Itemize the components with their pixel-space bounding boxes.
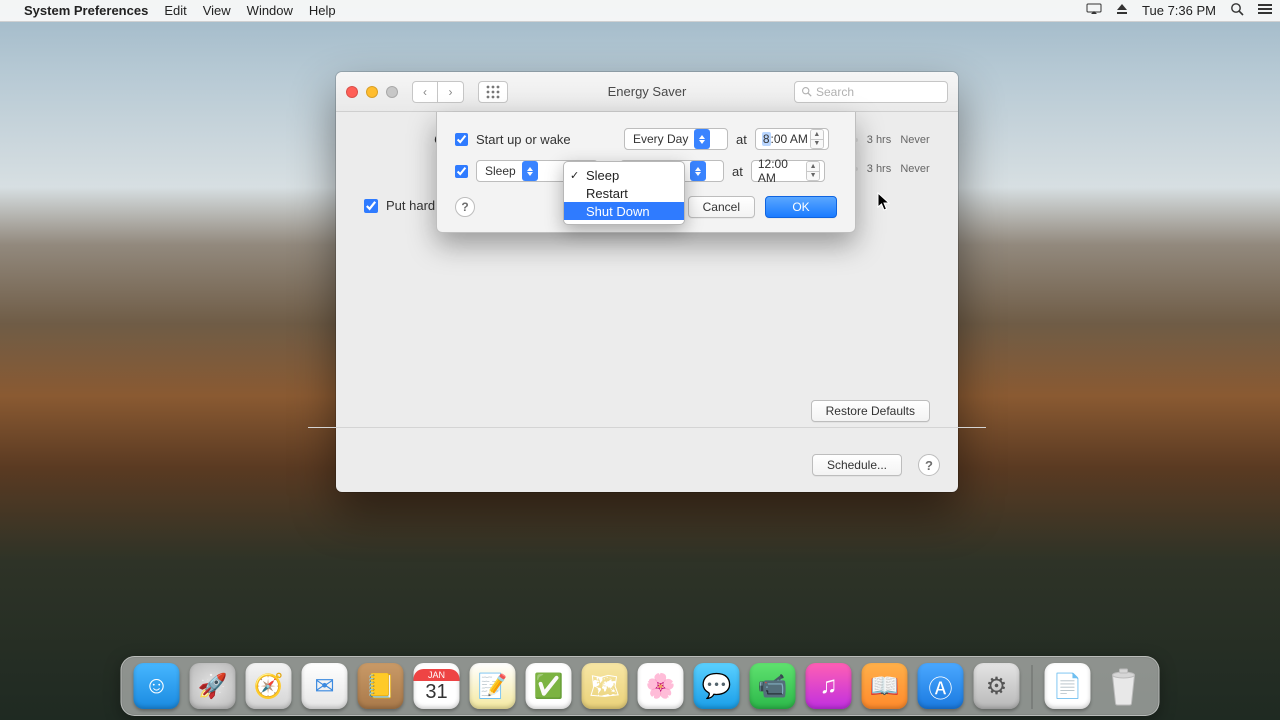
popup-arrows-icon (694, 129, 710, 149)
popup-arrows-icon (690, 161, 706, 181)
startup-label: Start up or wake (476, 132, 576, 147)
ok-button[interactable]: OK (765, 196, 837, 218)
dock-notes[interactable]: 📝 (470, 663, 516, 709)
menu-window[interactable]: Window (247, 3, 293, 18)
show-all-button[interactable] (478, 81, 508, 103)
close-button[interactable] (346, 86, 358, 98)
dock: ☺ 🚀 🧭 ✉ 📒 JAN 31 📝 ✅ 🗺 🌸 💬 📹 ♫ 📖 Ⓐ ⚙ 📄 (121, 656, 1160, 716)
action-time-field[interactable]: 12:00 AM ▲▼ (751, 160, 825, 182)
check-icon: ✓ (570, 169, 579, 182)
menu-view[interactable]: View (203, 3, 231, 18)
dock-facetime[interactable]: 📹 (750, 663, 796, 709)
dock-itunes[interactable]: ♫ (806, 663, 852, 709)
startup-time-rest: :00 AM (771, 132, 808, 146)
zoom-button[interactable] (386, 86, 398, 98)
help-button[interactable]: ? (918, 454, 940, 476)
at-label-1: at (736, 132, 747, 147)
dock-system-prefs[interactable]: ⚙ (974, 663, 1020, 709)
dock-mail[interactable]: ✉ (302, 663, 348, 709)
menubar-clock[interactable]: Tue 7:36 PM (1142, 3, 1216, 18)
forward-button[interactable]: › (438, 81, 464, 103)
slider-tick-3hrs-2: 3 hrs (864, 163, 894, 175)
menu-item-shutdown[interactable]: Shut Down (564, 202, 684, 220)
calendar-month: JAN (414, 669, 460, 681)
popup-arrows-icon (522, 161, 538, 181)
slider-tick-never: Never (900, 134, 930, 146)
back-button[interactable]: ‹ (412, 81, 438, 103)
notification-center-icon[interactable] (1258, 3, 1272, 18)
eject-icon[interactable] (1116, 3, 1128, 18)
startup-time-field[interactable]: 8:00 AM ▲▼ (755, 128, 829, 150)
dock-appstore[interactable]: Ⓐ (918, 663, 964, 709)
spotlight-icon[interactable] (1230, 2, 1244, 19)
startup-day-popup[interactable]: Every Day (624, 128, 728, 150)
menu-bar: System Preferences Edit View Window Help… (0, 0, 1280, 22)
divider (308, 427, 986, 428)
dock-messages[interactable]: 💬 (694, 663, 740, 709)
menu-item-sleep[interactable]: ✓ Sleep (564, 166, 684, 184)
calendar-day: 31 (425, 681, 447, 704)
dock-ibooks[interactable]: 📖 (862, 663, 908, 709)
dock-trash[interactable] (1101, 663, 1147, 709)
window-titlebar[interactable]: ‹ › Energy Saver Search (336, 72, 958, 112)
startup-time-hour: 8 (762, 132, 771, 146)
menu-help[interactable]: Help (309, 3, 336, 18)
slider-tick-never-2: Never (900, 163, 930, 175)
dock-separator (1032, 665, 1033, 709)
startup-time-stepper[interactable]: ▲▼ (810, 129, 824, 149)
hard-disk-sleep-input[interactable] (364, 199, 378, 213)
action-menu: ✓ Sleep Restart Shut Down (563, 161, 685, 225)
cancel-button[interactable]: Cancel (688, 196, 755, 218)
airplay-icon[interactable] (1086, 3, 1102, 18)
dock-documents[interactable]: 📄 (1045, 663, 1091, 709)
search-placeholder: Search (816, 85, 854, 99)
dock-contacts[interactable]: 📒 (358, 663, 404, 709)
dock-maps[interactable]: 🗺 (582, 663, 628, 709)
menu-edit[interactable]: Edit (164, 3, 186, 18)
dock-launchpad[interactable]: 🚀 (190, 663, 236, 709)
dock-finder[interactable]: ☺ (134, 663, 180, 709)
sheet-help-button[interactable]: ? (455, 197, 475, 217)
schedule-button[interactable]: Schedule... (812, 454, 902, 476)
action-popup-value: Sleep (485, 164, 516, 178)
slider-tick-3hrs: 3 hrs (864, 134, 894, 146)
action-checkbox[interactable] (455, 165, 468, 178)
startup-day-value: Every Day (633, 132, 688, 146)
dock-safari[interactable]: 🧭 (246, 663, 292, 709)
dock-reminders[interactable]: ✅ (526, 663, 572, 709)
search-icon (801, 86, 812, 97)
search-field[interactable]: Search (794, 81, 948, 103)
app-menu[interactable]: System Preferences (24, 3, 148, 18)
energy-saver-window: ‹ › Energy Saver Search Compu 3 hrs Neve… (336, 72, 958, 492)
minimize-button[interactable] (366, 86, 378, 98)
schedule-sheet: Start up or wake Every Day at 8:00 AM ▲▼… (436, 112, 856, 233)
dock-calendar[interactable]: JAN 31 (414, 663, 460, 709)
action-time-stepper[interactable]: ▲▼ (806, 161, 819, 181)
restore-defaults-button[interactable]: Restore Defaults (811, 400, 930, 422)
startup-checkbox[interactable] (455, 133, 468, 146)
menu-item-restart[interactable]: Restart (564, 184, 684, 202)
dock-photos[interactable]: 🌸 (638, 663, 684, 709)
window-traffic-lights (346, 86, 398, 98)
action-time-value: 12:00 AM (758, 157, 807, 185)
at-label-2: at (732, 164, 743, 179)
